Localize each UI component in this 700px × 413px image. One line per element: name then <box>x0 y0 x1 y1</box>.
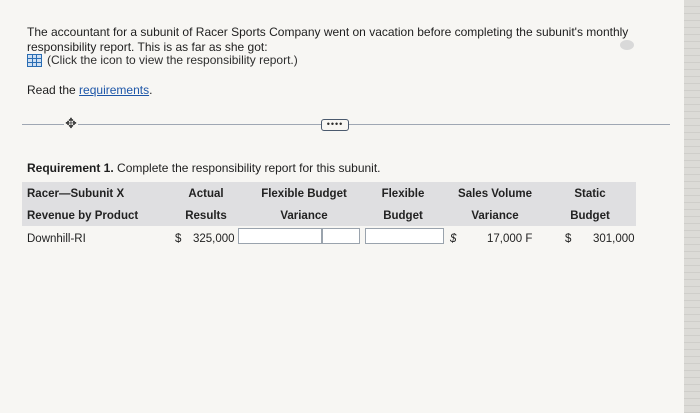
header-flexvar-line2: Variance <box>280 210 328 222</box>
header-actual-line1: Actual <box>188 188 224 200</box>
question-panel: The accountant for a subunit of Racer Sp… <box>0 0 685 413</box>
flex-variance-type-input[interactable] <box>322 228 360 244</box>
read-prefix: Read the <box>27 83 76 97</box>
move-icon[interactable]: ✥ <box>64 116 78 130</box>
requirement-number: Requirement 1. <box>27 161 114 175</box>
scroll-rail[interactable] <box>684 0 700 413</box>
flexible-budget-input[interactable] <box>365 228 444 244</box>
sales-volume-variance: 17,000 F <box>487 233 533 245</box>
header-title-line2: Revenue by Product <box>27 210 139 222</box>
screen-smudge <box>620 40 634 50</box>
requirement-text: Complete the responsibility report for t… <box>113 161 381 175</box>
expand-button[interactable]: •••• <box>321 119 349 131</box>
static-budget-value: 301,000 <box>593 233 635 245</box>
flex-currency: $ <box>450 233 457 245</box>
header-title-line1: Racer—Subunit X <box>27 188 125 200</box>
header-actual-line2: Results <box>185 210 227 222</box>
report-link-text: (Click the icon to view the responsibili… <box>47 53 298 67</box>
requirements-link[interactable]: requirements <box>79 83 149 97</box>
static-currency: $ <box>565 233 572 245</box>
header-salesvar-line2: Variance <box>471 210 519 222</box>
row-label: Downhill-RI <box>27 233 86 245</box>
header-flex-line2: Budget <box>383 210 423 222</box>
read-requirements: Read the requirements. <box>27 83 152 98</box>
report-link-row[interactable]: (Click the icon to view the responsibili… <box>27 53 298 68</box>
actual-value: 325,000 <box>193 233 235 245</box>
problem-statement: The accountant for a subunit of Racer Sp… <box>27 25 629 54</box>
requirement-heading: Requirement 1. Complete the responsibili… <box>27 161 381 176</box>
flex-variance-amount-input[interactable] <box>238 228 322 244</box>
actual-currency: $ <box>175 233 182 245</box>
header-static-line1: Static <box>574 188 606 200</box>
header-flexvar-line1: Flexible Budget <box>261 188 347 200</box>
header-flex-line1: Flexible <box>381 188 425 200</box>
read-suffix: . <box>149 83 153 97</box>
header-salesvar-line1: Sales Volume <box>458 188 532 200</box>
header-static-line2: Budget <box>570 210 610 222</box>
table-icon[interactable] <box>27 54 42 67</box>
